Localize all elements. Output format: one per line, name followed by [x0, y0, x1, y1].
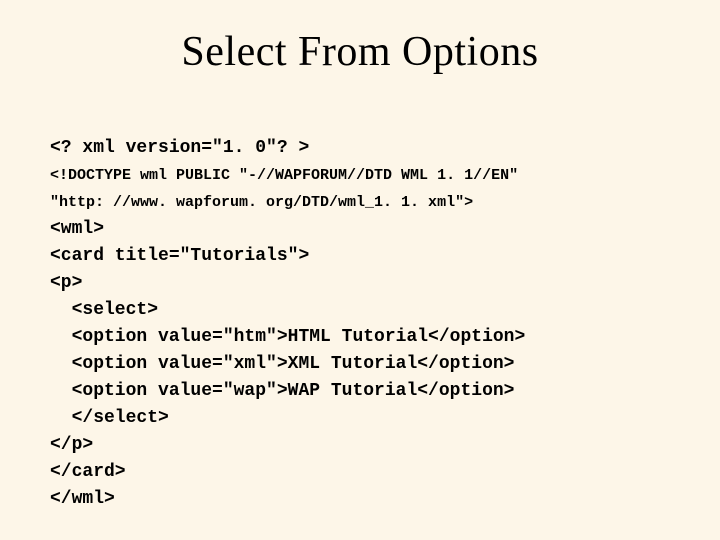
- code-line: <select>: [50, 300, 158, 320]
- code-line: <option value="xml">XML Tutorial</option…: [50, 354, 514, 374]
- slide-title: Select From Options: [50, 28, 670, 76]
- code-line: <wml>: [50, 219, 104, 239]
- code-line: </wml>: [50, 489, 115, 509]
- code-line: </card>: [50, 462, 126, 482]
- code-line: <option value="wap">WAP Tutorial</option…: [50, 381, 514, 401]
- code-line: </p>: [50, 435, 93, 455]
- code-block: <? xml version="1. 0"? > <!DOCTYPE wml P…: [50, 108, 670, 513]
- code-line: <p>: [50, 273, 82, 293]
- code-line: <option value="htm">HTML Tutorial</optio…: [50, 327, 525, 347]
- code-line: </select>: [50, 408, 169, 428]
- code-line: <? xml version="1. 0"? >: [50, 138, 309, 158]
- code-line: <!DOCTYPE wml PUBLIC "-//WAPFORUM//DTD W…: [50, 167, 518, 184]
- code-line: <card title="Tutorials">: [50, 246, 309, 266]
- slide-container: Select From Options <? xml version="1. 0…: [0, 0, 720, 540]
- code-line: "http: //www. wapforum. org/DTD/wml_1. 1…: [50, 194, 473, 211]
